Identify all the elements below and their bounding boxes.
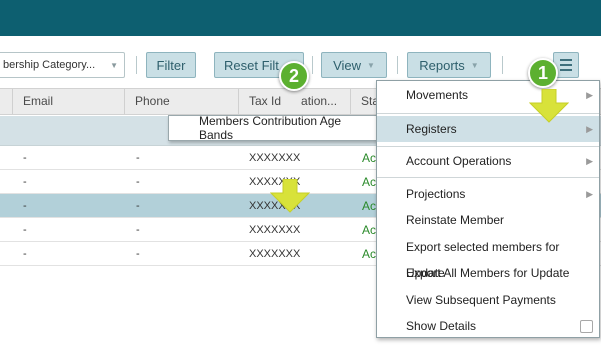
chevron-down-icon: ▼: [367, 60, 375, 70]
chevron-down-icon: ▼: [110, 61, 118, 70]
chevron-down-icon: ▼: [470, 60, 479, 70]
filter-button[interactable]: Filter: [146, 52, 196, 78]
tax-id-cell: XXXXXXX: [249, 248, 301, 260]
view-button[interactable]: View ▼: [321, 52, 387, 78]
column-header-email[interactable]: Email: [12, 89, 124, 114]
email-cell: -: [23, 224, 27, 236]
toolbar-divider: [312, 56, 313, 74]
show-details-checkbox[interactable]: [580, 320, 593, 333]
email-cell: -: [23, 248, 27, 260]
menu-item-label: Reinstate Member: [406, 213, 505, 227]
phone-cell: -: [136, 176, 140, 188]
status-cell: Ac: [362, 151, 377, 165]
membership-category-select[interactable]: bership Category... ▼: [0, 52, 125, 78]
tax-id-cell: XXXXXXX: [249, 224, 301, 236]
phone-cell: -: [136, 152, 140, 164]
status-cell: Ac: [362, 199, 377, 213]
registers-submenu: Members Contribution Age Bands: [168, 114, 378, 142]
menu-item-label: Registers: [406, 122, 457, 136]
column-header-tax-id[interactable]: Tax Id ation...: [238, 89, 350, 114]
email-cell: -: [23, 200, 27, 212]
hamburger-icon: [560, 69, 572, 71]
menu-item-show-details[interactable]: Show Details: [377, 313, 599, 339]
view-button-label: View: [333, 57, 362, 73]
hamburger-icon: [560, 64, 572, 66]
column-header-tax-id-text-cont: ation...: [301, 94, 338, 108]
arrow-down-icon: [270, 179, 310, 213]
status-cell: Ac: [362, 223, 377, 237]
submenu-item-members-contribution-age-bands[interactable]: Members Contribution Age Bands: [199, 114, 377, 142]
step-badge-1: 1: [528, 58, 558, 88]
arrow-down-icon: [529, 89, 569, 123]
menu-item-account-operations[interactable]: Account Operations ▶: [377, 148, 599, 174]
menu-item-label: Export All Members for Update: [406, 266, 570, 280]
menu-item-label: Account Operations: [406, 154, 512, 168]
status-cell: Ac: [362, 175, 377, 189]
menu-item-export-all-members[interactable]: Export All Members for Update: [377, 260, 599, 286]
menu-item-label: Movements: [406, 88, 469, 102]
chevron-right-icon: ▶: [586, 156, 593, 166]
toolbar-divider: [136, 56, 137, 74]
chevron-right-icon: ▶: [586, 189, 593, 199]
membership-category-select-value: bership Category...: [3, 59, 96, 71]
chevron-right-icon: ▶: [586, 90, 593, 100]
phone-cell: -: [136, 200, 140, 212]
tax-id-cell: XXXXXXX: [249, 152, 301, 164]
menu-item-label: Projections: [406, 187, 466, 201]
menu-divider: [377, 146, 599, 147]
step-badge-2: 2: [279, 61, 309, 91]
phone-cell: -: [136, 224, 140, 236]
reset-filter-button-label: Reset Filt: [224, 57, 279, 73]
menu-item-export-selected-members[interactable]: Export selected members for Update: [377, 234, 599, 280]
hamburger-icon: [560, 59, 572, 61]
top-banner: [0, 0, 601, 36]
reports-button[interactable]: Reports ▼: [407, 52, 491, 78]
chevron-right-icon: ▶: [586, 124, 593, 134]
column-header-tax-id-text: Tax Id: [249, 94, 282, 108]
phone-cell: -: [136, 248, 140, 260]
status-cell: Ac: [362, 247, 377, 261]
menu-item-reinstate-member[interactable]: Reinstate Member: [377, 207, 599, 233]
email-cell: -: [23, 152, 27, 164]
reports-button-label: Reports: [419, 57, 465, 73]
menu-item-label: Show Details: [406, 319, 477, 333]
menu-item-projections[interactable]: Projections ▶: [377, 181, 599, 207]
toolbar-divider: [502, 56, 503, 74]
menu-item-view-subsequent-payments[interactable]: View Subsequent Payments: [377, 287, 599, 313]
toolbar-divider: [397, 56, 398, 74]
column-header-phone[interactable]: Phone: [124, 89, 238, 114]
menu-divider: [377, 177, 599, 178]
email-cell: -: [23, 176, 27, 188]
menu-item-label: View Subsequent Payments: [406, 293, 556, 307]
filter-button-label: Filter: [156, 57, 186, 73]
